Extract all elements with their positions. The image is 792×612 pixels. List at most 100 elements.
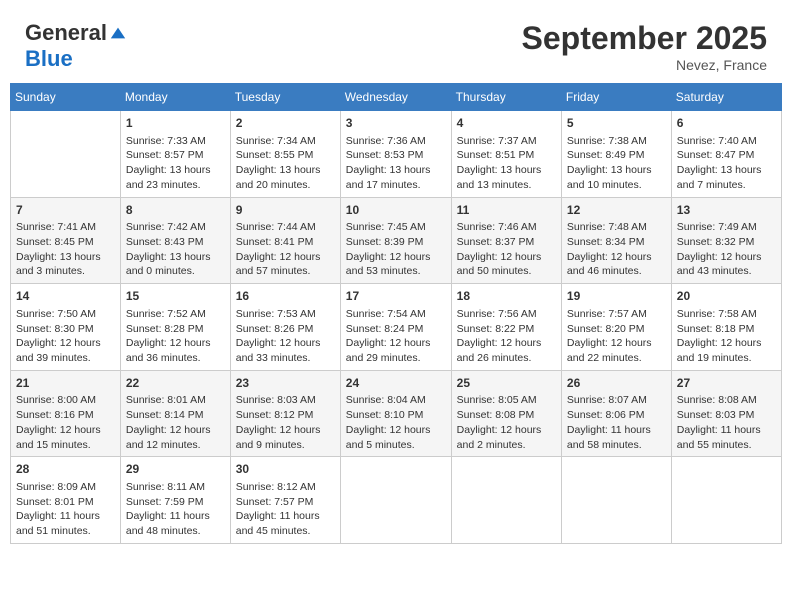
calendar-cell: 24Sunrise: 8:04 AMSunset: 8:10 PMDayligh… xyxy=(340,370,451,457)
weekday-header-monday: Monday xyxy=(120,84,230,111)
day-number: 1 xyxy=(126,115,225,132)
calendar-cell: 27Sunrise: 8:08 AMSunset: 8:03 PMDayligh… xyxy=(671,370,781,457)
day-info: Sunrise: 7:42 AMSunset: 8:43 PMDaylight:… xyxy=(126,220,225,279)
calendar-cell: 20 Sunrise: 7:58 AMSunset: 8:18 PMDayligh… xyxy=(671,284,781,371)
day-number: 13 xyxy=(677,202,776,219)
calendar-cell: 4 Sunrise: 7:37 AMSunset: 8:51 PMDaylight… xyxy=(451,111,561,198)
calendar-cell: 9Sunrise: 7:44 AMSunset: 8:41 PMDaylight… xyxy=(230,197,340,284)
day-number: 14 xyxy=(16,288,115,305)
calendar-cell: 29 Sunrise: 8:11 AMSunset: 7:59 PMDayligh… xyxy=(120,457,230,544)
calendar-cell: 18 Sunrise: 7:56 AMSunset: 8:22 PMDayligh… xyxy=(451,284,561,371)
weekday-header-row: SundayMondayTuesdayWednesdayThursdayFrid… xyxy=(11,84,782,111)
calendar-week-1: 1Sunrise: 7:33 AMSunset: 8:57 PMDaylight… xyxy=(11,111,782,198)
day-info: Sunrise: 8:01 AMSunset: 8:14 PMDaylight:… xyxy=(126,393,225,452)
day-number: 24 xyxy=(346,375,446,392)
month-title: September 2025 xyxy=(522,20,767,57)
calendar-cell: 7Sunrise: 7:41 AMSunset: 8:45 PMDaylight… xyxy=(11,197,121,284)
calendar-cell: 11Sunrise: 7:46 AMSunset: 8:37 PMDayligh… xyxy=(451,197,561,284)
calendar-cell: 2 Sunrise: 7:34 AMSunset: 8:55 PMDaylight… xyxy=(230,111,340,198)
calendar-cell: 15 Sunrise: 7:52 AMSunset: 8:28 PMDayligh… xyxy=(120,284,230,371)
calendar-cell: 16 Sunrise: 7:53 AMSunset: 8:26 PMDayligh… xyxy=(230,284,340,371)
day-info: Sunrise: 8:11 AMSunset: 7:59 PMDaylight:… xyxy=(126,480,225,539)
calendar-body: 1Sunrise: 7:33 AMSunset: 8:57 PMDaylight… xyxy=(11,111,782,544)
calendar-cell xyxy=(561,457,671,544)
day-number: 23 xyxy=(236,375,335,392)
day-info: Sunrise: 7:58 AMSunset: 8:18 PMDaylight:… xyxy=(677,307,776,366)
logo-blue-text: Blue xyxy=(25,46,73,71)
calendar-cell: 28 Sunrise: 8:09 AMSunset: 8:01 PMDayligh… xyxy=(11,457,121,544)
day-number: 18 xyxy=(457,288,556,305)
day-info: Sunrise: 7:34 AMSunset: 8:55 PMDaylight:… xyxy=(236,134,335,193)
day-info: Sunrise: 8:07 AMSunset: 8:06 PMDaylight:… xyxy=(567,393,666,452)
day-number: 28 xyxy=(16,461,115,478)
calendar-week-3: 14 Sunrise: 7:50 AMSunset: 8:30 PMDayligh… xyxy=(11,284,782,371)
calendar-header: SundayMondayTuesdayWednesdayThursdayFrid… xyxy=(11,84,782,111)
calendar-cell: 22Sunrise: 8:01 AMSunset: 8:14 PMDayligh… xyxy=(120,370,230,457)
calendar-cell xyxy=(671,457,781,544)
logo-icon xyxy=(109,24,127,42)
day-number: 20 xyxy=(677,288,776,305)
calendar-cell: 6 Sunrise: 7:40 AMSunset: 8:47 PMDaylight… xyxy=(671,111,781,198)
weekday-header-wednesday: Wednesday xyxy=(340,84,451,111)
day-info: Sunrise: 7:48 AMSunset: 8:34 PMDaylight:… xyxy=(567,220,666,279)
calendar-cell: 21Sunrise: 8:00 AMSunset: 8:16 PMDayligh… xyxy=(11,370,121,457)
day-info: Sunrise: 7:49 AMSunset: 8:32 PMDaylight:… xyxy=(677,220,776,279)
day-number: 10 xyxy=(346,202,446,219)
day-number: 21 xyxy=(16,375,115,392)
day-info: Sunrise: 7:41 AMSunset: 8:45 PMDaylight:… xyxy=(16,220,115,279)
day-info: Sunrise: 7:37 AMSunset: 8:51 PMDaylight:… xyxy=(457,134,556,193)
title-block: September 2025 Nevez, France xyxy=(522,20,767,73)
logo: General Blue xyxy=(25,20,127,72)
calendar-cell: 5 Sunrise: 7:38 AMSunset: 8:49 PMDaylight… xyxy=(561,111,671,198)
day-info: Sunrise: 8:05 AMSunset: 8:08 PMDaylight:… xyxy=(457,393,556,452)
day-info: Sunrise: 8:04 AMSunset: 8:10 PMDaylight:… xyxy=(346,393,446,452)
logo-general-text: General xyxy=(25,20,107,46)
day-number: 17 xyxy=(346,288,446,305)
day-info: Sunrise: 7:44 AMSunset: 8:41 PMDaylight:… xyxy=(236,220,335,279)
weekday-header-sunday: Sunday xyxy=(11,84,121,111)
day-number: 4 xyxy=(457,115,556,132)
location: Nevez, France xyxy=(522,57,767,73)
day-number: 7 xyxy=(16,202,115,219)
day-number: 26 xyxy=(567,375,666,392)
calendar-cell: 26Sunrise: 8:07 AMSunset: 8:06 PMDayligh… xyxy=(561,370,671,457)
day-info: Sunrise: 7:50 AMSunset: 8:30 PMDaylight:… xyxy=(16,307,115,366)
calendar-table: SundayMondayTuesdayWednesdayThursdayFrid… xyxy=(10,83,782,544)
calendar-cell: 17Sunrise: 7:54 AMSunset: 8:24 PMDayligh… xyxy=(340,284,451,371)
day-info: Sunrise: 7:36 AMSunset: 8:53 PMDaylight:… xyxy=(346,134,446,193)
calendar-cell: 12Sunrise: 7:48 AMSunset: 8:34 PMDayligh… xyxy=(561,197,671,284)
weekday-header-friday: Friday xyxy=(561,84,671,111)
day-number: 15 xyxy=(126,288,225,305)
calendar-cell xyxy=(11,111,121,198)
calendar-week-4: 21Sunrise: 8:00 AMSunset: 8:16 PMDayligh… xyxy=(11,370,782,457)
calendar-cell xyxy=(451,457,561,544)
calendar-cell: 14 Sunrise: 7:50 AMSunset: 8:30 PMDayligh… xyxy=(11,284,121,371)
day-number: 11 xyxy=(457,202,556,219)
day-info: Sunrise: 7:46 AMSunset: 8:37 PMDaylight:… xyxy=(457,220,556,279)
calendar-cell: 10Sunrise: 7:45 AMSunset: 8:39 PMDayligh… xyxy=(340,197,451,284)
day-number: 2 xyxy=(236,115,335,132)
day-info: Sunrise: 7:38 AMSunset: 8:49 PMDaylight:… xyxy=(567,134,666,193)
calendar-cell: 3 Sunrise: 7:36 AMSunset: 8:53 PMDaylight… xyxy=(340,111,451,198)
day-info: Sunrise: 8:03 AMSunset: 8:12 PMDaylight:… xyxy=(236,393,335,452)
day-info: Sunrise: 7:40 AMSunset: 8:47 PMDaylight:… xyxy=(677,134,776,193)
day-number: 27 xyxy=(677,375,776,392)
day-number: 3 xyxy=(346,115,446,132)
day-info: Sunrise: 7:52 AMSunset: 8:28 PMDaylight:… xyxy=(126,307,225,366)
day-number: 6 xyxy=(677,115,776,132)
day-number: 29 xyxy=(126,461,225,478)
day-number: 12 xyxy=(567,202,666,219)
day-number: 30 xyxy=(236,461,335,478)
calendar-cell: 1Sunrise: 7:33 AMSunset: 8:57 PMDaylight… xyxy=(120,111,230,198)
calendar-cell: 13Sunrise: 7:49 AMSunset: 8:32 PMDayligh… xyxy=(671,197,781,284)
day-info: Sunrise: 7:45 AMSunset: 8:39 PMDaylight:… xyxy=(346,220,446,279)
day-number: 22 xyxy=(126,375,225,392)
day-info: Sunrise: 7:53 AMSunset: 8:26 PMDaylight:… xyxy=(236,307,335,366)
calendar-cell: 19Sunrise: 7:57 AMSunset: 8:20 PMDayligh… xyxy=(561,284,671,371)
day-number: 16 xyxy=(236,288,335,305)
calendar-week-5: 28 Sunrise: 8:09 AMSunset: 8:01 PMDayligh… xyxy=(11,457,782,544)
day-number: 5 xyxy=(567,115,666,132)
day-info: Sunrise: 7:57 AMSunset: 8:20 PMDaylight:… xyxy=(567,307,666,366)
day-info: Sunrise: 8:09 AMSunset: 8:01 PMDaylight:… xyxy=(16,480,115,539)
day-info: Sunrise: 7:56 AMSunset: 8:22 PMDaylight:… xyxy=(457,307,556,366)
